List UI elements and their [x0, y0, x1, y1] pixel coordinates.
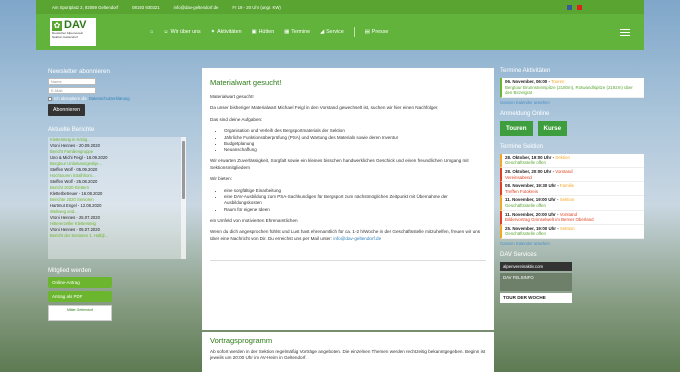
membership-title: Mitglied werden [48, 267, 92, 274]
article-paragraph: Da unser bisheriger Materialwart Michael… [210, 105, 439, 111]
right-sidebar: Termine Aktivitäten 06. November, 06:00 … [500, 68, 644, 303]
hut-icon: ▣ [251, 29, 257, 35]
privacy-consent: Ich akzeptiere die Datenschutzerklärung [48, 96, 196, 101]
sektion-event[interactable]: 28. Oktober, 20:00 Uhr - Vorstand Vereins… [500, 167, 644, 183]
pdf-application-button[interactable]: Antrag als PDF [48, 291, 112, 302]
youtube-icon[interactable] [577, 4, 582, 10]
group-icon: ☺ [163, 29, 169, 35]
kurse-button[interactable]: Kurse [537, 120, 568, 136]
tour-der-woche-link[interactable]: TOUR DER WOCHE [500, 292, 572, 303]
left-sidebar: Newsletter abonnieren Name E-Mail Ich ak… [48, 68, 196, 321]
nav-divider [353, 27, 355, 37]
article-paragraph: Wenn du dich angesprochen fühlst und Lus… [210, 229, 480, 241]
article-paragraph: Wir erwarten Zuverlässigkeit, Sorgfalt s… [210, 158, 469, 170]
email-input[interactable]: E-Mail [48, 87, 96, 94]
list-item: Neuanschaffung [224, 147, 486, 153]
dav-logo[interactable]: ✿ DAV Deutscher Alpenverein Sektion Gelt… [50, 18, 96, 46]
privacy-link[interactable]: Datenschutzerklärung [89, 96, 130, 101]
tasks-list: Organisation und Verleih des Bergsportma… [224, 128, 486, 153]
article2-title[interactable]: Vortragsprogramm [210, 336, 486, 345]
logo-text: DAV [64, 19, 87, 31]
home-icon[interactable]: ⌂ [150, 29, 153, 35]
nav-presse[interactable]: ▤ Presse [365, 29, 389, 35]
article2-paragraph: Ab sofort werden in der Sektion regelmäß… [210, 349, 486, 361]
menu-icon[interactable] [620, 28, 630, 36]
sektion-event[interactable]: 08. November, 19:30 Uhr - Familie Treffen… [500, 182, 644, 197]
sektion-event[interactable]: 11. November, 19:00 Uhr - Sektion Geschäf… [500, 196, 644, 211]
sektion-title: Termine Sektion [500, 143, 544, 150]
activity-icon: ✦ [210, 29, 216, 35]
main-header: ✿ DAV Deutscher Alpenverein Sektion Gelt… [36, 14, 644, 50]
logo-subtitle: Deutscher Alpenverein Sektion Geltendorf [52, 31, 84, 39]
sektion-calendar-link[interactable]: Ganzen Kalender ansehen [500, 241, 644, 246]
article-paragraph: ein Umfeld von motivierten Ehrenamtliche… [210, 217, 298, 223]
article-paragraph: Wir bieten: [210, 176, 232, 182]
activities-calendar-link[interactable]: Ganzen Kalender ansehen [500, 100, 644, 105]
reports-title: Aktuelle Berichte [48, 126, 95, 133]
newspaper-icon: ▤ [364, 29, 370, 35]
privacy-checkbox[interactable] [48, 96, 52, 101]
list-item: Raum für eigene Ideen [224, 207, 486, 213]
newsletter-title: Newsletter abonnieren [48, 68, 110, 75]
nav-service[interactable]: ◢ Service [320, 29, 344, 35]
touren-button[interactable]: Touren [500, 120, 533, 136]
article-card-2: Vortragsprogramm Ab sofort werden in der… [202, 332, 494, 372]
nav-wir-ueber-uns[interactable]: ☺ Wir über uns [163, 29, 200, 35]
hours-text: Fr 19 - 20 Uhr (ungr. KW) [232, 4, 281, 10]
address-text: Am Sportplatz 2, 82069 Geltendorf [52, 4, 119, 10]
sektion-box: 28. Oktober, 19:00 Uhr - Sektion Geschäft… [500, 153, 644, 239]
list-item: eine DAV-Ausbildung zum PSA-Sachkundigen… [224, 194, 486, 207]
article-title[interactable]: Materialwart gesucht! [210, 78, 486, 87]
edelweiss-icon: ✿ [52, 20, 62, 31]
report-link[interactable]: Bericht der Senioren 1. Halbjl... [48, 233, 186, 239]
reports-list: Klettersteig in König... Vroni Hennes - … [48, 137, 186, 259]
nav-huetten[interactable]: ▣ Hütten [252, 29, 275, 35]
alpenvereinaktiv-link[interactable]: alpenvereinaktiv.com [500, 261, 572, 271]
mail-link[interactable]: info@dav-geltendorf.de [333, 236, 381, 241]
felsinfo-link[interactable]: DAV FELSINFO [500, 272, 572, 291]
nav-aktivitaeten[interactable]: ✦ Aktivitäten [211, 29, 242, 35]
service-icon: ◢ [320, 29, 325, 35]
reports-scrollbar[interactable] [181, 137, 186, 259]
sektion-event[interactable]: 11. November, 20:00 Uhr - Vorstand Bilder… [500, 210, 644, 225]
activity-event[interactable]: 06. November, 06:00 - Touren Bergtour Br… [500, 78, 644, 98]
services-title: DAV Services [500, 251, 537, 258]
online-title: Anmeldung Online [500, 110, 550, 117]
membership-badge[interactable]: Mitter Geltendorf [48, 305, 112, 321]
online-application-button[interactable]: Online-Antrag [48, 277, 112, 288]
offers-list: eine sorgfältige Einarbeitung eine DAV-A… [224, 188, 486, 213]
sektion-event[interactable]: 28. Oktober, 19:00 Uhr - Sektion Geschäft… [500, 153, 644, 168]
divider [210, 260, 486, 262]
subscribe-button[interactable]: Abonnieren [48, 104, 86, 116]
top-info-bar: Am Sportplatz 2, 82069 Geltendorf 08193 … [36, 0, 644, 14]
main-nav: ⌂ ☺ Wir über uns ✦ Aktivitäten ▣ Hütten ▦ Te… [150, 27, 388, 37]
article-paragraph: Das sind deine Aufgaben: [210, 116, 263, 122]
activities-box: 06. November, 06:00 - Touren Bergtour Br… [500, 78, 644, 98]
activities-title: Termine Aktivitäten [500, 68, 551, 74]
phone-text[interactable]: 08193 930321 [132, 5, 159, 10]
nav-termine[interactable]: ▦ Termine [284, 29, 310, 35]
facebook-icon[interactable] [567, 4, 572, 10]
name-input[interactable]: Name [48, 78, 96, 85]
article-card: Materialwart gesucht! Materialwart gesuc… [202, 68, 494, 330]
article-greeting: Materialwart gesucht! [210, 94, 254, 99]
calendar-icon: ▦ [284, 29, 290, 35]
email-text[interactable]: info@dav-geltendorf.de [174, 5, 219, 10]
sektion-event[interactable]: 25. November, 19:00 Uhr - Sektion Geschäf… [500, 224, 644, 239]
